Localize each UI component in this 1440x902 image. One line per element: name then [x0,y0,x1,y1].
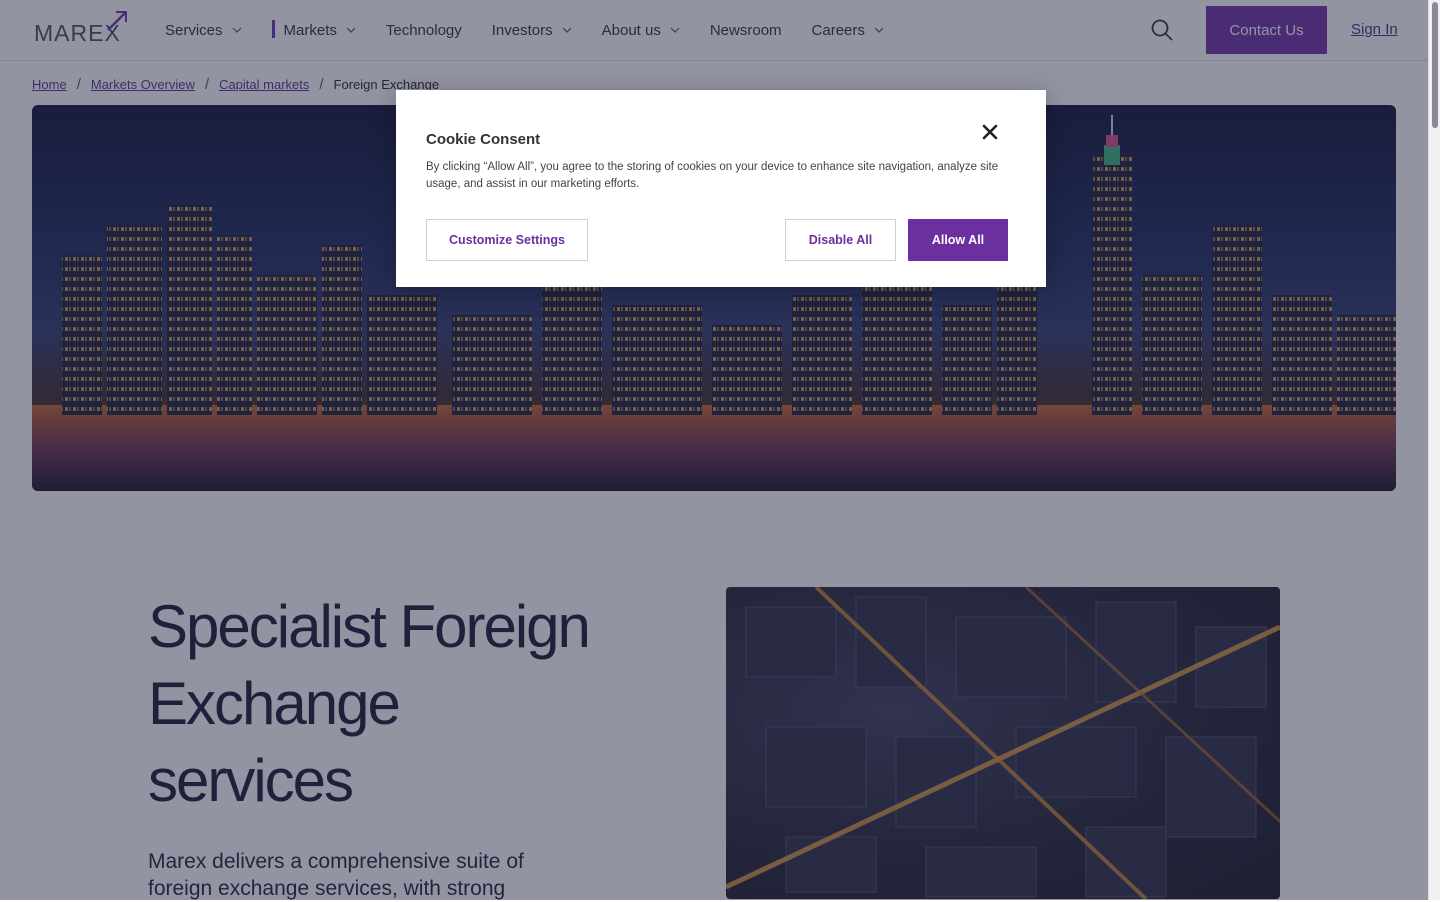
cookie-consent-dialog: Cookie Consent By clicking “Allow All”, … [396,90,1046,287]
page-scrollbar[interactable] [1428,0,1440,900]
cookie-dialog-title: Cookie Consent [426,131,541,148]
cookie-dialog-body: By clicking “Allow All”, you agree to th… [426,161,999,190]
close-icon [982,124,998,140]
close-button[interactable] [980,122,1000,142]
allow-all-button[interactable]: Allow All [908,219,1008,261]
scrollbar-thumb[interactable] [1432,2,1438,128]
customize-settings-button[interactable]: Customize Settings [426,219,588,261]
disable-all-button[interactable]: Disable All [785,219,896,261]
